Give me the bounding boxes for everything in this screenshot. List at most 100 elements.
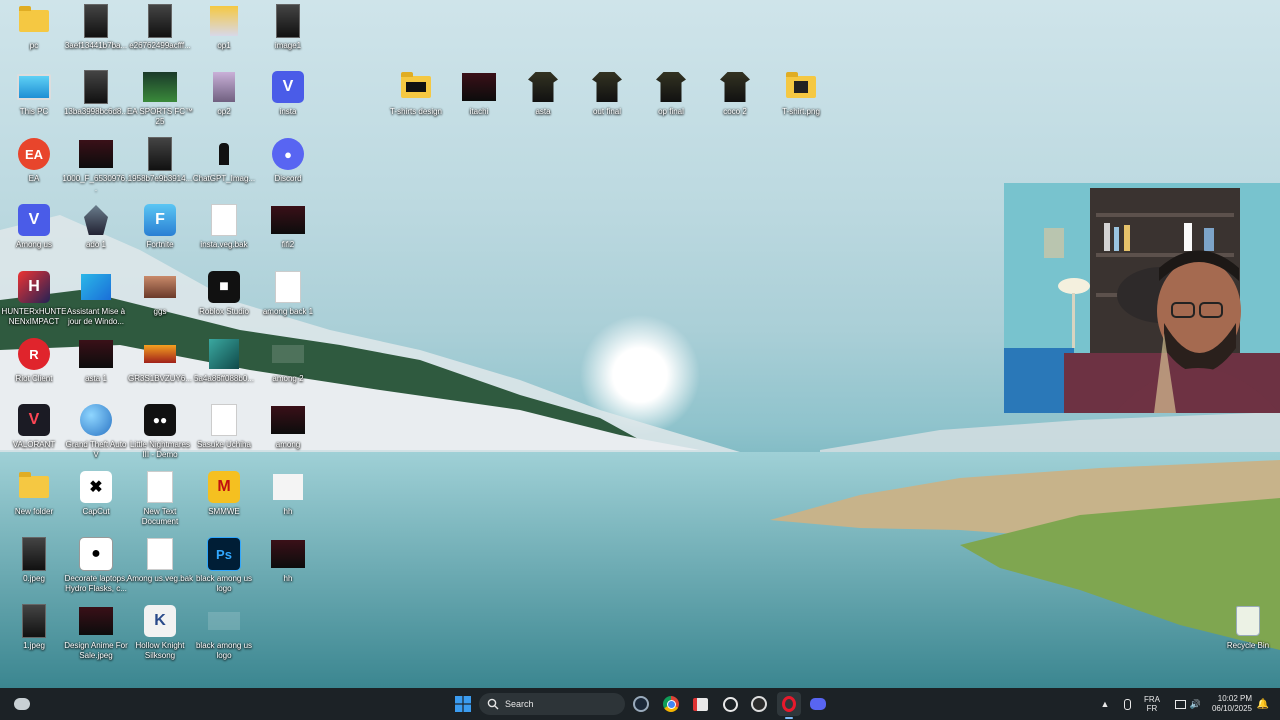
desktop-icon-roblox-studio[interactable]: ■ Roblox Studio <box>190 270 258 317</box>
folder-icon <box>17 4 51 38</box>
desktop-icon-new-text-document[interactable]: New Text Document <box>126 470 194 527</box>
desktop-icon-pc[interactable]: pc <box>0 4 68 51</box>
desktop-icon-among-back-1[interactable]: among back 1 <box>254 270 322 317</box>
desktop-icon-label: black among us logo <box>195 641 253 660</box>
taskbar-obs[interactable] <box>747 692 771 716</box>
desktop-icon-new-folder[interactable]: New folder <box>0 470 68 517</box>
desktop-icon-hh[interactable]: hh <box>254 537 322 584</box>
desktop-icon-label: insta <box>279 107 297 116</box>
desktop-icon-insta-veg-bak[interactable]: insta.veg.bak <box>190 203 258 250</box>
desktop-icon-op2[interactable]: op2 <box>190 70 258 117</box>
desktop-icon-ea-sports-fc-25[interactable]: EA SPORTS FC™ 25 <box>126 70 194 127</box>
desktop-icon-label: EA <box>28 174 40 183</box>
desktop-icon-fortnite[interactable]: F Fortnite <box>126 203 194 250</box>
desktop-icon-label: hh <box>283 507 293 516</box>
desktop-icon-discord[interactable]: ● Discord <box>254 137 322 184</box>
desktop-icon-t-shirts-design[interactable]: T-shirts design <box>382 70 450 117</box>
desktop-icon-among-us-veg-bak[interactable]: Among us.veg.bak <box>126 537 194 584</box>
desktop-icon-label: New Text Document <box>141 507 179 526</box>
desktop-icon-fifi2[interactable]: fifi2 <box>254 203 322 250</box>
desktop-icon-t-shirt-png[interactable]: T-shirt.png <box>767 70 835 117</box>
desktop-icon-asta[interactable]: asta <box>509 70 577 117</box>
desktop-icon-ggs[interactable]: ggs <box>126 270 194 317</box>
face-icon <box>143 270 177 304</box>
desktop-icon-label: Little Nightmares III - Demo <box>129 440 191 459</box>
desktop-icon-5a4a86ff088b0[interactable]: 5a4a86ff088b0... <box>190 337 258 384</box>
show-hidden-icons-button[interactable]: ▲ <box>1098 688 1112 720</box>
desktop-icon-design-anime-for-sale-jpeg[interactable]: Design Anime For Sale.jpeg <box>62 604 130 661</box>
taskbar-snipping-tool[interactable] <box>688 692 712 716</box>
desktop-icon-op1[interactable]: op1 <box>190 4 258 51</box>
desktop-icon-1-jpeg[interactable]: 1.jpeg <box>0 604 68 651</box>
microphone-button[interactable] <box>1120 688 1134 720</box>
clock-button[interactable]: 10:02 PM 06/10/2025 <box>1206 688 1252 720</box>
start-button[interactable] <box>451 692 475 716</box>
recycle-icon <box>1231 604 1265 638</box>
desktop-icon-13ba3998bc6d8[interactable]: 13ba3998bc6d8... <box>62 70 130 117</box>
desktop-icon-ado-1[interactable]: ado 1 <box>62 203 130 250</box>
obs-icon <box>751 696 767 712</box>
taskbar-chatgpt[interactable] <box>718 692 742 716</box>
widgets-button[interactable] <box>10 692 34 716</box>
clock-date: 06/10/2025 <box>1211 704 1252 713</box>
quick-settings-button[interactable]: 🔊 <box>1170 688 1206 720</box>
desktop-icon-chatgpt-imag[interactable]: ChatGPT_Imag... <box>190 137 258 184</box>
blank-icon <box>271 337 305 371</box>
desktop-icon-label: 0.jpeg <box>23 574 45 583</box>
input-language-button[interactable]: FRA FR <box>1140 688 1164 720</box>
nightmare-icon: ●● <box>143 403 177 437</box>
desktop-icon-0-jpeg[interactable]: 0.jpeg <box>0 537 68 584</box>
desktop-icon-label: itachi <box>469 107 489 116</box>
dark-icon <box>271 203 305 237</box>
taskbar-steam[interactable] <box>629 692 653 716</box>
desktop-icon-itachi[interactable]: itachi <box>445 70 513 117</box>
taskbar: Search ▲ FRA FR 🔊 10:02 PM 06/10/2025 🔔 <box>0 688 1280 720</box>
desktop-icon-out-final[interactable]: out final <box>573 70 641 117</box>
taskbar-opera[interactable] <box>777 692 801 716</box>
desktop-icon-black-among-us-logo[interactable]: Ps black among us logo <box>190 537 258 594</box>
desktop-icon-black-among-us-logo[interactable]: black among us logo <box>190 604 258 661</box>
taskbar-chrome[interactable] <box>659 692 683 716</box>
desktop-icon-among[interactable]: among <box>254 403 322 450</box>
desktop-icon-1958b7e9b3914[interactable]: 1958b7e9b3914... <box>126 137 194 184</box>
desktop-icon-smmwe[interactable]: M SMMWE <box>190 470 258 517</box>
desktop-icon-hollow-knight-silksong[interactable]: K Hollow Knight Silksong <box>126 604 194 661</box>
desktop-icon-asta-1[interactable]: asta 1 <box>62 337 130 384</box>
thumb-icon <box>271 4 305 38</box>
chrome-icon <box>663 696 679 712</box>
desktop-icon-among-2[interactable]: among 2 <box>254 337 322 384</box>
desktop-icon-1000-f-6530976[interactable]: 1000_F_6530976... <box>62 137 130 194</box>
desktop-icon-capcut[interactable]: ✖ CapCut <box>62 470 130 517</box>
taskbar-discord[interactable] <box>806 692 830 716</box>
desktop-icon-ea[interactable]: EA EA <box>0 137 68 184</box>
knight-icon: K <box>143 604 177 638</box>
desktop-icon-riot-client[interactable]: R Riot Client <box>0 337 68 384</box>
desktop-icon-label: GR3S1BVZUY6... <box>127 374 193 383</box>
desktop-icon-image1[interactable]: image1 <box>254 4 322 51</box>
desktop-icon-sasuke-uchiha[interactable]: Sasuke Uchiha <box>190 403 258 450</box>
desktop-icon-valorant[interactable]: V VALORANT <box>0 403 68 450</box>
desktop-icon-insta[interactable]: Vinsta <box>254 70 322 117</box>
desktop-icon-grand-theft-auto-v[interactable]: Grand Theft Auto V <box>62 403 130 460</box>
shirt-icon <box>718 70 752 104</box>
desktop-icon-label: Design Anime For Sale.jpeg <box>64 641 128 660</box>
desktop-icon-assistant-mise-jour-de-windo[interactable]: Assistant Mise à jour de Windo... <box>62 270 130 327</box>
desktop-icon-hh[interactable]: hh <box>254 470 322 517</box>
desktop-icon-label: op2 <box>217 107 231 116</box>
desktop-icon-op-final[interactable]: op final <box>637 70 705 117</box>
desktop-icon-little-nightmares-iii-demo[interactable]: ●● Little Nightmares III - Demo <box>126 403 194 460</box>
desktop-icon-recycle-bin[interactable]: Recycle Bin <box>1214 604 1280 651</box>
desktop-icon-e26762499acfff[interactable]: e26762499acfff... <box>126 4 194 51</box>
desktop-icon-3aef13441b7ba[interactable]: 3aef13441b7ba... <box>62 4 130 51</box>
desktop-icon-this-pc[interactable]: This PC <box>0 70 68 117</box>
desktop-icon-gr3s1bvzuy6[interactable]: GR3S1BVZUY6... <box>126 337 194 384</box>
desktop-icon-decorate-laptops-hydro-flasks-c[interactable]: ● Decorate laptops, Hydro Flasks, c... <box>62 537 130 594</box>
desktop-icon-hunterxhuntenenximpact[interactable]: H HUNTERxHUNTENENxIMPACT <box>0 270 68 327</box>
desktop-icon-coco-2[interactable]: coco 2 <box>701 70 769 117</box>
desktop-icon-label: Sasuke Uchiha <box>197 440 251 449</box>
notifications-button[interactable]: 🔔 <box>1256 688 1270 720</box>
desktop-icon-among-us[interactable]: V Among us <box>0 203 68 250</box>
dark-icon <box>462 70 496 104</box>
taskbar-search-box[interactable]: Search <box>479 693 625 715</box>
desktop-icon-label: 1.jpeg <box>23 641 45 650</box>
